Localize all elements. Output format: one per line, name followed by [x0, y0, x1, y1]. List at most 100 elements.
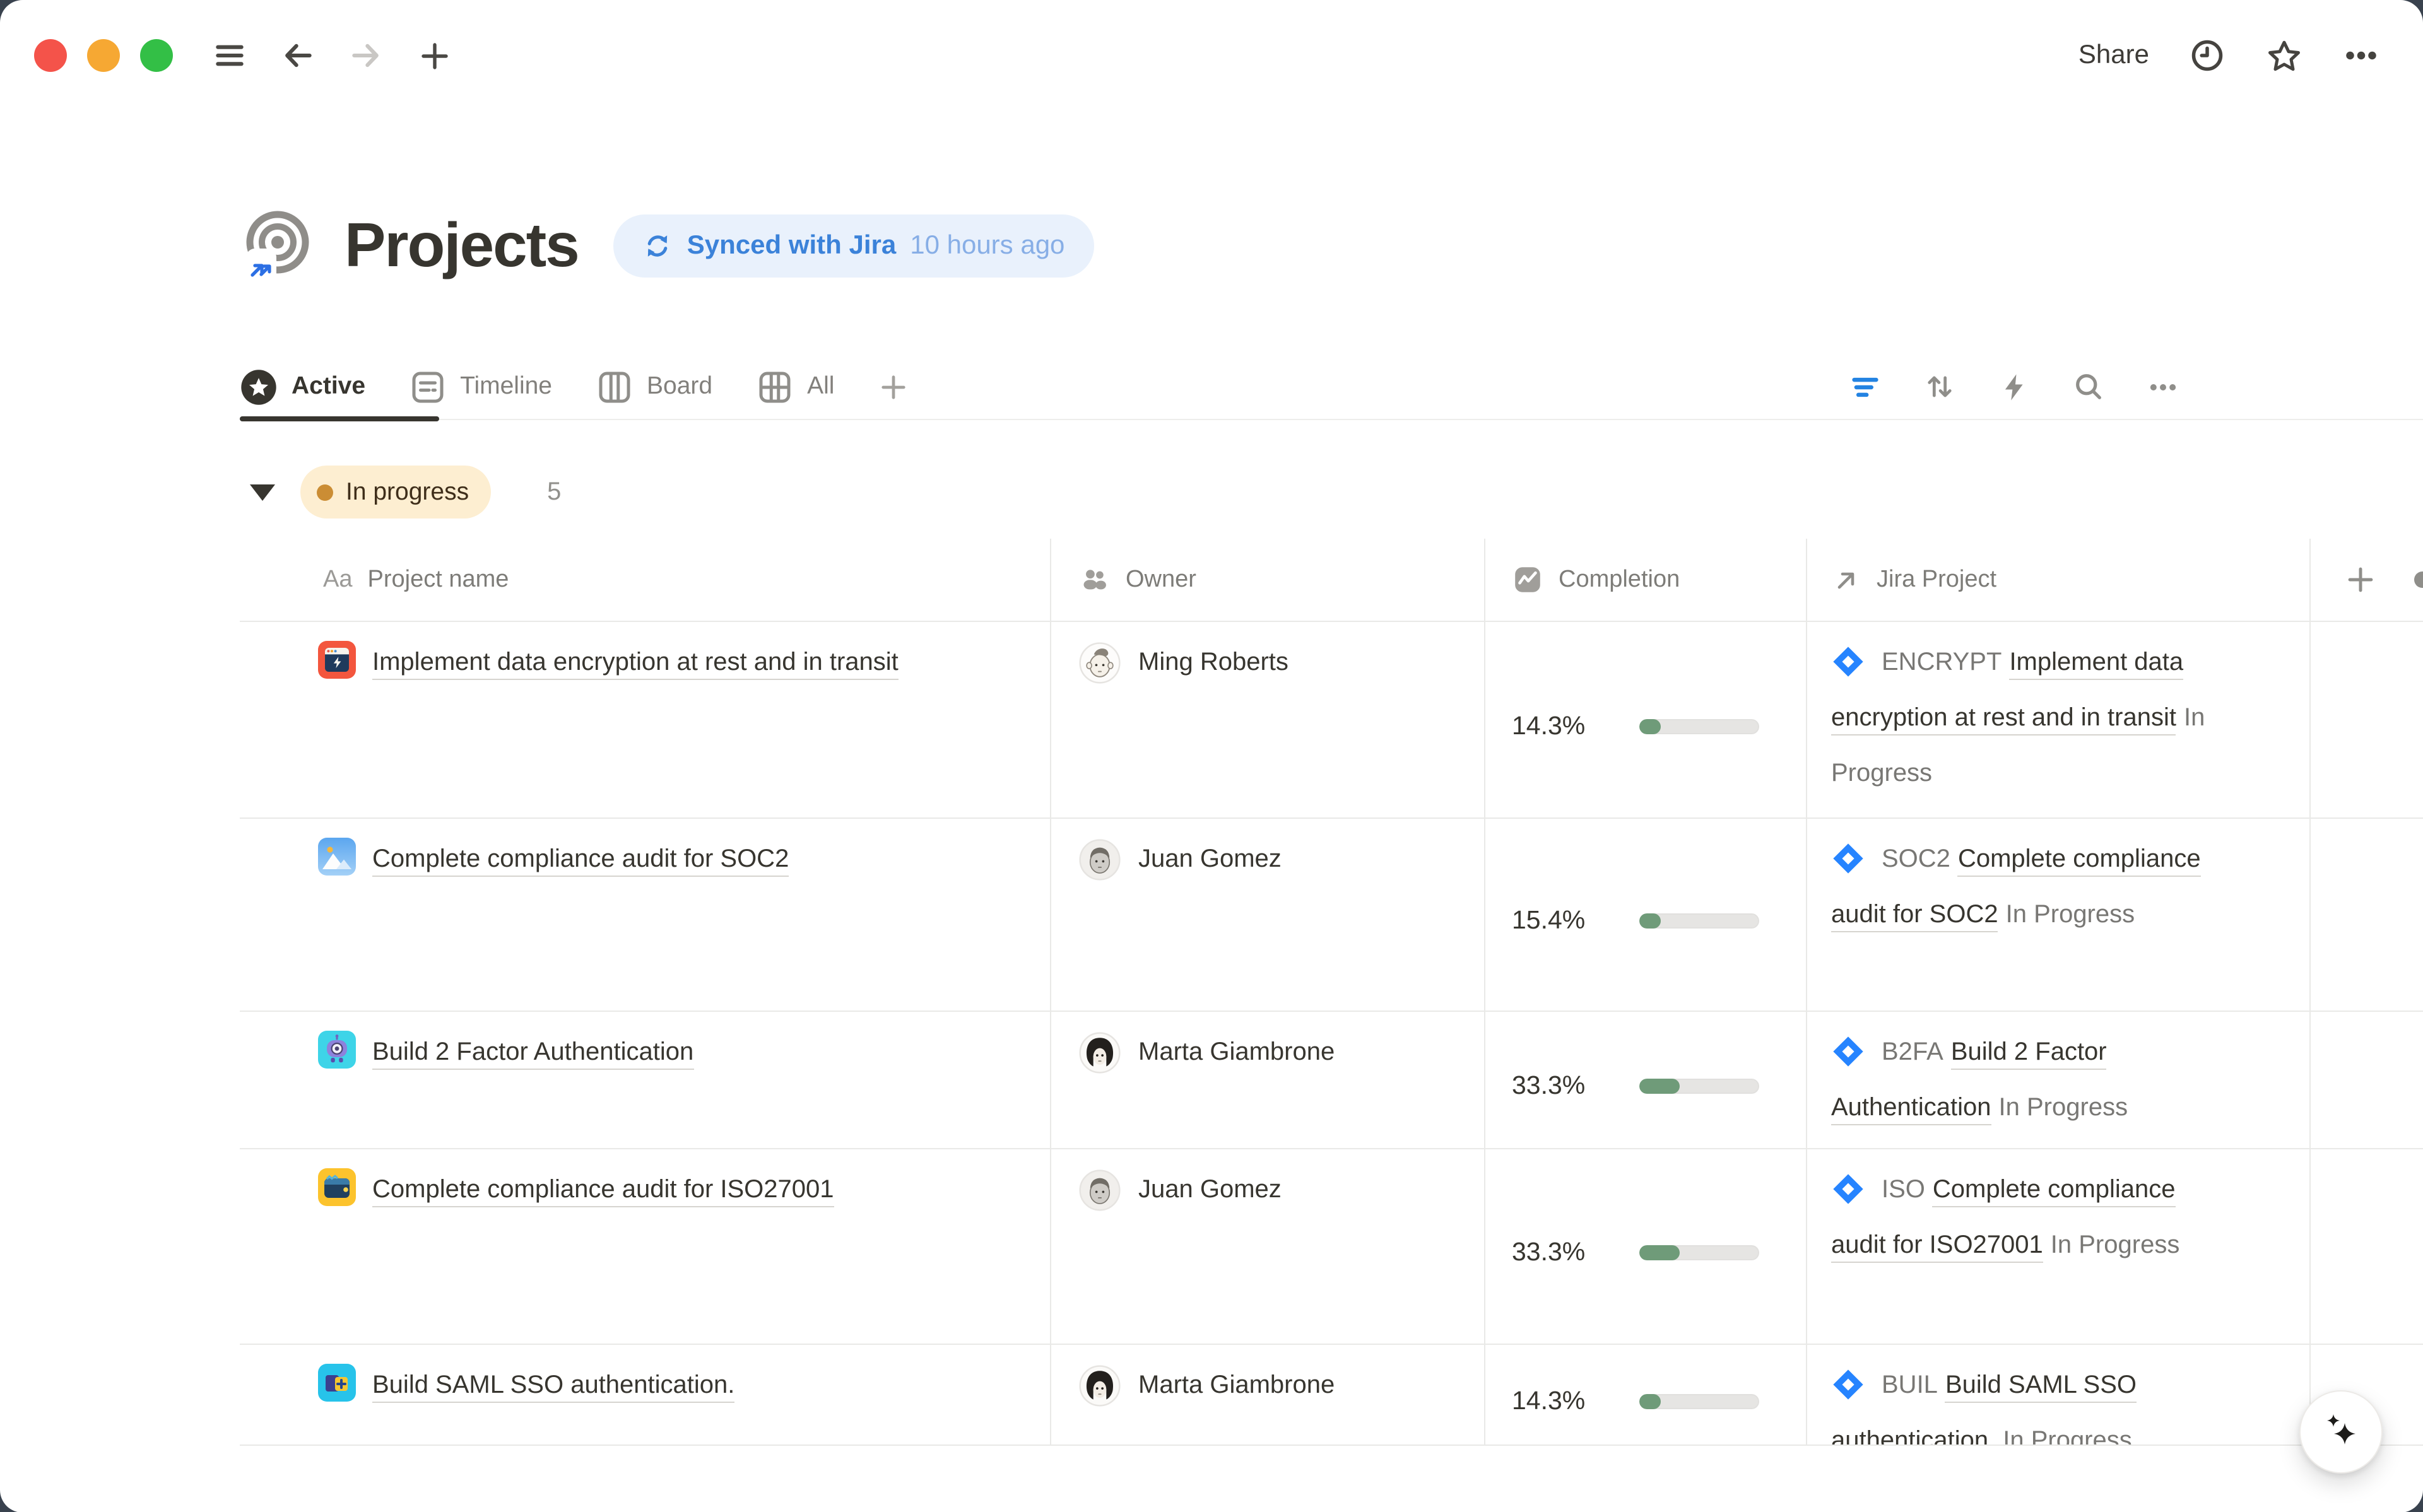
new-tab-icon[interactable] [415, 37, 453, 74]
column-header-project-name[interactable]: Aa Project name [240, 539, 1051, 621]
share-button[interactable]: Share [2078, 40, 2149, 71]
completion-value: 14.3% [1512, 698, 1603, 754]
project-icon-saml [318, 1364, 356, 1402]
project-name-link[interactable]: Build 2 Factor Authentication [372, 1038, 693, 1069]
text-type-icon: Aa [323, 566, 353, 594]
owner-name[interactable]: Ming Roberts [1138, 635, 1288, 690]
project-name-link[interactable]: Implement data encryption at rest and in… [372, 648, 899, 679]
sparkle-icon [2318, 1409, 2364, 1455]
jira-icon [1831, 1368, 1865, 1402]
project-icon-2fa [318, 1031, 356, 1069]
avatar [1079, 1365, 1121, 1407]
sort-icon[interactable] [1923, 370, 1956, 403]
jira-status: In Progress [2003, 1427, 2132, 1446]
table-row[interactable]: Build 2 Factor Authentication Marta Giam… [240, 1012, 2423, 1149]
jira-key: ISO [1882, 1176, 1925, 1204]
chart-icon [1512, 564, 1543, 595]
jira-icon [1831, 1034, 1865, 1069]
minimize-window-button[interactable] [87, 39, 120, 72]
jira-status: In Progress [2006, 901, 2135, 929]
progress-bar [1639, 1393, 1759, 1409]
search-icon[interactable] [2072, 370, 2105, 403]
clock-icon[interactable] [2188, 37, 2226, 74]
progress-fill [1639, 1245, 1679, 1260]
status-dot [317, 484, 333, 500]
progress-fill [1639, 1079, 1679, 1094]
view-more-icon[interactable] [2147, 370, 2179, 403]
owner-name[interactable]: Marta Giambrone [1138, 1357, 1335, 1413]
completion-value: 33.3% [1512, 1058, 1603, 1114]
more-options-icon[interactable] [2342, 37, 2380, 74]
progress-bar [1639, 718, 1759, 734]
close-window-button[interactable] [34, 39, 67, 72]
status-badge[interactable]: In progress [300, 466, 490, 519]
sync-icon [643, 231, 673, 261]
table-more-icon[interactable] [2414, 571, 2423, 588]
projects-table: Aa Project name Owner Completion Jira P [240, 539, 2423, 1446]
titlebar: Share [0, 0, 2423, 111]
tab-active[interactable]: Active [240, 368, 365, 406]
progress-bar [1639, 1079, 1759, 1094]
favorite-star-icon[interactable] [2265, 37, 2303, 74]
star-circle-icon [240, 368, 278, 406]
avatar [1079, 1032, 1121, 1074]
jira-key: B2FA [1882, 1038, 1943, 1066]
jira-key: BUIL [1882, 1371, 1938, 1399]
table-row[interactable]: Implement data encryption at rest and in… [240, 622, 2423, 819]
column-header-jira-project[interactable]: Jira Project [1807, 539, 2311, 621]
page-title: Projects [345, 211, 579, 281]
collapse-group-icon[interactable] [250, 484, 275, 500]
completion-value: 15.4% [1512, 893, 1603, 949]
target-icon[interactable] [240, 209, 313, 283]
timeline-icon [408, 368, 446, 406]
project-name-link[interactable]: Build SAML SSO authentication. [372, 1371, 734, 1402]
jira-icon [1831, 1172, 1865, 1206]
table-row[interactable]: Build SAML SSO authentication. Marta Gia… [240, 1345, 2423, 1446]
progress-fill [1639, 913, 1661, 929]
jira-status: In Progress [1999, 1094, 2128, 1122]
board-icon [595, 368, 633, 406]
owner-name[interactable]: Juan Gomez [1138, 1162, 1282, 1217]
jira-sync-badge[interactable]: Synced with Jira 10 hours ago [614, 214, 1094, 278]
progress-bar [1639, 913, 1759, 929]
owner-name[interactable]: Marta Giambrone [1138, 1024, 1335, 1080]
view-tabs: Active Timeline Board All [240, 355, 2423, 420]
arrow-ne-icon [1831, 565, 1861, 595]
jira-status: In Progress [2051, 1231, 2180, 1259]
progress-fill [1639, 718, 1661, 734]
completion-value: 33.3% [1512, 1225, 1603, 1281]
project-icon-soc2 [318, 838, 356, 876]
lightning-icon[interactable] [1998, 370, 2031, 403]
add-view-button[interactable] [877, 370, 910, 403]
tab-board[interactable]: Board [595, 368, 712, 406]
progress-bar [1639, 1245, 1759, 1260]
tab-all[interactable]: All [755, 368, 834, 406]
desktop: Share Projects [0, 0, 2423, 1512]
owner-name[interactable]: Juan Gomez [1138, 831, 1282, 887]
app-window: Share Projects [0, 0, 2423, 1512]
window-controls [34, 39, 173, 72]
people-icon [1079, 564, 1111, 595]
column-header-completion[interactable]: Completion [1485, 539, 1807, 621]
tab-timeline[interactable]: Timeline [408, 368, 552, 406]
table-row[interactable]: Complete compliance audit for SOC2 Juan … [240, 819, 2423, 1012]
ai-assistant-button[interactable] [2299, 1390, 2383, 1474]
add-column-button[interactable] [2311, 539, 2423, 621]
back-icon[interactable] [279, 37, 317, 74]
group-count: 5 [547, 478, 561, 507]
table-row[interactable]: Complete compliance audit for ISO27001 J… [240, 1149, 2423, 1345]
avatar [1079, 642, 1121, 684]
table-header-row: Aa Project name Owner Completion Jira P [240, 539, 2423, 622]
project-icon-encryption [318, 641, 356, 679]
zoom-window-button[interactable] [140, 39, 173, 72]
jira-icon [1831, 645, 1865, 679]
project-name-link[interactable]: Complete compliance audit for SOC2 [372, 845, 789, 876]
forward-icon[interactable] [347, 37, 385, 74]
project-icon-iso [318, 1168, 356, 1206]
table-grid-icon [755, 368, 793, 406]
column-header-owner[interactable]: Owner [1051, 539, 1485, 621]
menu-icon[interactable] [211, 37, 249, 74]
filter-icon[interactable] [1849, 370, 1882, 403]
sync-label: Synced with Jira [687, 231, 896, 261]
project-name-link[interactable]: Complete compliance audit for ISO27001 [372, 1176, 834, 1207]
